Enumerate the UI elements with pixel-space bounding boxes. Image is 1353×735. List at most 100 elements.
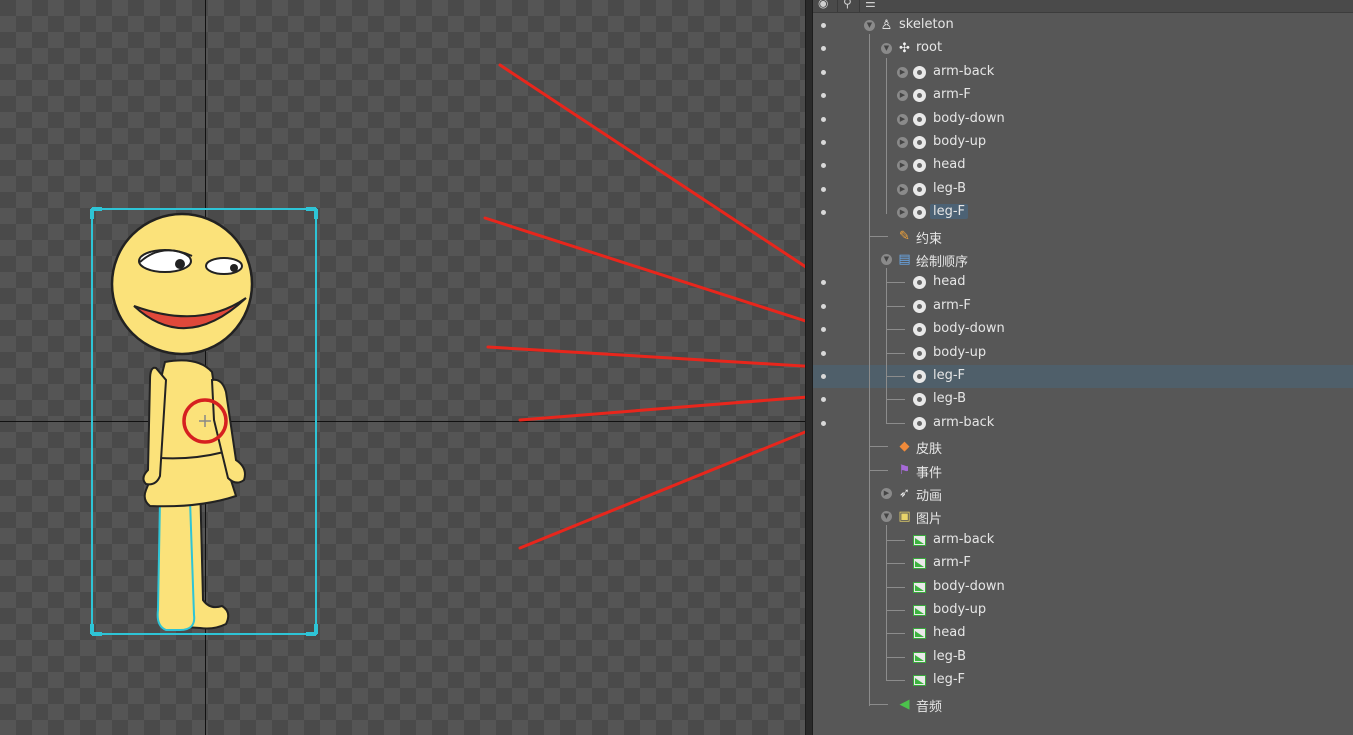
visibility-dot[interactable]: [821, 140, 826, 145]
expand-toggle-icon[interactable]: ▶: [897, 183, 908, 195]
tree-node-constraints[interactable]: ✎ 约束: [813, 225, 1353, 248]
expand-toggle-icon[interactable]: ▶: [897, 137, 908, 148]
annotation-arrows: [483, 63, 805, 550]
bone-icon: [913, 370, 926, 383]
expand-toggle-icon[interactable]: ▶: [897, 160, 908, 172]
tree-node-label: body-up: [933, 134, 987, 149]
bone-icon: [913, 112, 926, 126]
expand-toggle-icon[interactable]: ▶: [897, 207, 908, 219]
bone-link-icon[interactable]: ⚲: [843, 0, 852, 9]
tree-node-events[interactable]: ⚑ 事件: [813, 459, 1353, 482]
visibility-dot[interactable]: [821, 374, 826, 379]
tree-node-audio[interactable]: ◀ 音频: [813, 693, 1353, 716]
bone-item-leg-b[interactable]: ▶ leg-B: [813, 178, 1353, 201]
tree-guide-skeleton: [869, 34, 870, 706]
bone-icon: [913, 159, 926, 173]
tree-connector: [887, 656, 905, 658]
tree-list-icon[interactable]: ☰: [865, 0, 876, 9]
visibility-dot[interactable]: [821, 46, 826, 52]
skeleton-icon: ♙: [880, 18, 893, 33]
tree-connector: [887, 376, 905, 377]
tree-node-label: leg-F: [933, 368, 966, 383]
draw-order-item-body-up[interactable]: body-up: [813, 342, 1353, 365]
expand-toggle-icon[interactable]: ▶: [897, 90, 908, 102]
canvas-viewport[interactable]: [0, 0, 805, 735]
draw-order-item-arm-f[interactable]: arm-F: [813, 295, 1353, 318]
visibility-dot[interactable]: [821, 420, 826, 426]
bone-icon: [913, 136, 926, 149]
images-folder-icon: ▣: [898, 509, 911, 525]
skin-icon: ◆: [899, 439, 910, 455]
tree-node-label: head: [933, 274, 966, 290]
head-shape: [110, 212, 254, 356]
expand-toggle-icon[interactable]: ▶: [897, 66, 908, 78]
tree-node-label: root: [916, 40, 943, 56]
tree-node-draw-order[interactable]: ▼ ▤ 绘制顺序: [813, 248, 1353, 271]
visibility-dot[interactable]: [821, 303, 826, 309]
tree-node-label: skeleton: [899, 17, 954, 32]
image-item-leg-b[interactable]: leg-B: [813, 646, 1353, 669]
tree-connector: [887, 586, 905, 588]
tree-node-animations[interactable]: ▶ ➶ 动画: [813, 482, 1353, 505]
bone-item-arm-f[interactable]: ▶ arm-F: [813, 84, 1353, 107]
image-item-leg-f[interactable]: leg-F: [813, 669, 1353, 692]
visibility-dot[interactable]: [821, 280, 826, 286]
expand-toggle-icon[interactable]: ▶: [897, 113, 908, 125]
tree-guide-draworder: [886, 268, 887, 424]
event-icon: ⚑: [898, 462, 911, 478]
draw-order-item-head[interactable]: head: [813, 271, 1353, 294]
bone-item-leg-f[interactable]: ▶ leg-F: [813, 201, 1353, 224]
tree-node-root[interactable]: ▼ ✣ root: [813, 37, 1353, 60]
collapse-toggle-icon[interactable]: ▼: [881, 43, 892, 55]
tree-node-skins[interactable]: ◆ 皮肤: [813, 435, 1353, 458]
tree-panel: ◉ ⚲ ☰ ▼ ♙ skeleton ▼ ✣ root ▶ arm-back ▶ arm-F ▶ bo…: [813, 0, 1353, 735]
tree-node-skeleton[interactable]: ▼ ♙ skeleton: [813, 14, 1353, 37]
collapse-toggle-icon[interactable]: ▼: [881, 254, 892, 265]
image-item-body-down[interactable]: body-down: [813, 576, 1353, 599]
tree-connector: [887, 282, 905, 284]
visibility-dot[interactable]: [821, 186, 826, 192]
visibility-dot[interactable]: [821, 350, 826, 356]
tree-node-label: body-down: [933, 321, 1005, 337]
visibility-dot[interactable]: [821, 93, 826, 99]
bone-item-arm-back[interactable]: ▶ arm-back: [813, 61, 1353, 84]
image-item-arm-f[interactable]: arm-F: [813, 552, 1353, 575]
collapse-toggle-icon[interactable]: ▼: [864, 20, 875, 31]
visibility-dot[interactable]: [821, 116, 826, 122]
draw-order-item-arm-back[interactable]: arm-back: [813, 412, 1353, 435]
image-item-body-up[interactable]: body-up: [813, 599, 1353, 622]
panel-splitter[interactable]: [805, 0, 813, 735]
expand-toggle-icon[interactable]: ▶: [881, 488, 892, 499]
visibility-dot[interactable]: [821, 397, 826, 403]
tree-connector: [887, 680, 905, 682]
tree-node-label: arm-back: [933, 414, 995, 430]
draw-order-icon: ▤: [898, 252, 911, 267]
tree-connector: [887, 610, 905, 611]
bone-item-body-down[interactable]: ▶ body-down: [813, 108, 1353, 131]
collapse-toggle-icon[interactable]: ▼: [881, 511, 892, 523]
tree-node-images[interactable]: ▼ ▣ 图片: [813, 505, 1353, 528]
character-drawing: [90, 63, 805, 636]
bone-icon: [913, 89, 926, 103]
eye-icon[interactable]: ◉: [818, 0, 828, 9]
image-item-arm-back[interactable]: arm-back: [813, 529, 1353, 552]
bone-icon: [913, 299, 926, 313]
bone-item-body-up[interactable]: ▶ body-up: [813, 131, 1353, 154]
draw-order-item-leg-f[interactable]: leg-F: [813, 365, 1353, 388]
bone-icon: [913, 393, 926, 407]
visibility-dot[interactable]: [821, 210, 826, 216]
tree-connector: [887, 399, 905, 401]
visibility-dot[interactable]: [821, 163, 826, 169]
tree-connector: [887, 329, 905, 331]
bone-icon: [913, 416, 926, 430]
draw-order-item-leg-b[interactable]: leg-B: [813, 388, 1353, 411]
image-item-head[interactable]: head: [813, 622, 1353, 645]
visibility-dot[interactable]: [821, 327, 826, 333]
draw-order-item-body-down[interactable]: body-down: [813, 318, 1353, 341]
visibility-dot[interactable]: [821, 69, 826, 75]
bone-icon: [913, 206, 926, 220]
bone-item-head[interactable]: ▶ head: [813, 154, 1353, 177]
visibility-dot[interactable]: [821, 23, 826, 28]
bone-icon: [913, 182, 926, 196]
tree-node-label: leg-B: [933, 391, 967, 407]
